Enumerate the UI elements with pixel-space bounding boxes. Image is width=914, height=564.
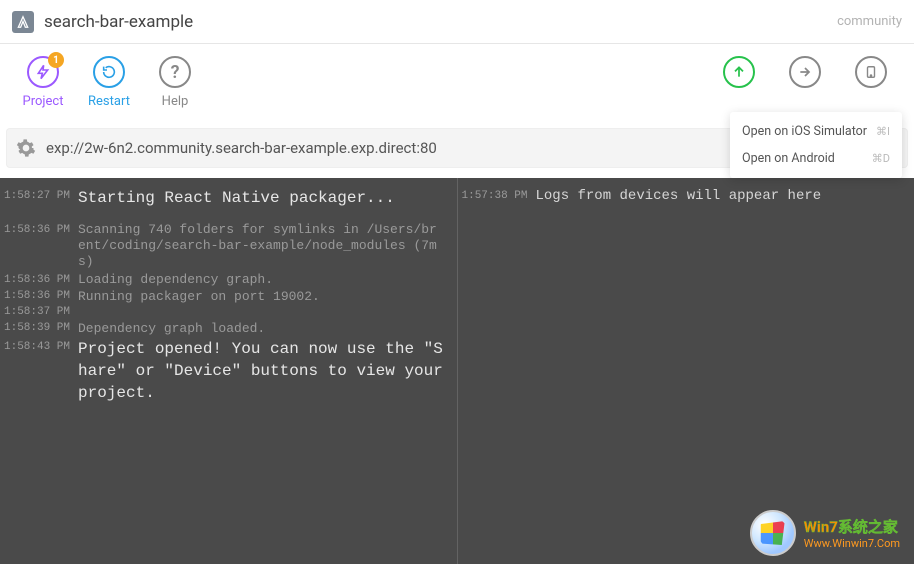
help-icon: ? — [171, 62, 180, 83]
log-row: 1:58:36 PMScanning 740 folders for symli… — [4, 222, 445, 271]
log-timestamp: 1:57:38 PM — [462, 188, 536, 206]
project-label: Project — [23, 94, 64, 109]
log-row: 1:58:27 PMStarting React Native packager… — [4, 188, 445, 210]
device-button[interactable]: Device — [838, 56, 904, 109]
log-timestamp: 1:58:36 PM — [4, 288, 78, 304]
help-button[interactable]: ? Help — [142, 56, 208, 109]
log-message: Starting React Native packager... — [78, 188, 445, 210]
dropdown-open-android[interactable]: Open on Android ⌘D — [730, 145, 902, 172]
dropdown-item-shortcut: ⌘D — [872, 152, 890, 165]
community-label: community — [837, 14, 902, 29]
device-dropdown: Open on iOS Simulator ⌘I Open on Android… — [730, 112, 902, 178]
log-message: Loading dependency graph. Running packag… — [78, 272, 445, 337]
device-log-pane[interactable]: 1:57:38 PMLogs from devices will appear … — [458, 178, 914, 564]
upload-icon — [731, 64, 747, 80]
help-label: Help — [162, 94, 189, 109]
project-badge: 1 — [48, 52, 64, 68]
device-icon — [864, 63, 878, 81]
gear-icon[interactable] — [16, 138, 36, 158]
project-button[interactable]: 1 Project — [10, 56, 76, 109]
restart-icon — [101, 64, 117, 80]
log-row: 1:57:38 PMLogs from devices will appear … — [462, 188, 903, 206]
window-header: search-bar-example community — [0, 0, 914, 44]
arrow-right-icon — [797, 64, 813, 80]
dropdown-item-label: Open on iOS Simulator — [742, 124, 867, 139]
log-timestamp: 1:58:39 PM — [4, 320, 78, 336]
log-message: Logs from devices will appear here — [536, 188, 903, 206]
log-timestamp: 1:58:27 PM — [4, 188, 78, 210]
dropdown-item-label: Open on Android — [742, 151, 835, 166]
app-logo-icon — [12, 11, 34, 33]
log-timestamp: 1:58:36 PM — [4, 222, 78, 271]
restart-label: Restart — [88, 94, 130, 109]
publish-button[interactable]: Publish — [706, 56, 772, 109]
console: 1:58:27 PMStarting React Native packager… — [0, 178, 914, 564]
log-timestamp: 1:58:36 PM — [4, 272, 78, 288]
packager-log-pane[interactable]: 1:58:27 PMStarting React Native packager… — [0, 178, 458, 564]
project-title: search-bar-example — [44, 12, 193, 32]
dropdown-open-ios[interactable]: Open on iOS Simulator ⌘I — [730, 118, 902, 145]
bolt-icon — [35, 64, 51, 80]
log-row: 1:58:43 PMProject opened! You can now us… — [4, 339, 445, 404]
log-message: Project opened! You can now use the "Sha… — [78, 339, 445, 404]
log-timestamp: 1:58:37 PM — [4, 304, 78, 320]
share-button[interactable]: Share — [772, 56, 838, 109]
dropdown-item-shortcut: ⌘I — [876, 125, 890, 138]
url-text: exp://2w-6n2.community.search-bar-exampl… — [46, 139, 437, 157]
log-message: Scanning 740 folders for symlinks in /Us… — [78, 222, 445, 271]
log-row: 1:58:36 PM1:58:36 PM1:58:37 PM1:58:39 PM… — [4, 272, 445, 337]
restart-button[interactable]: Restart — [76, 56, 142, 109]
log-timestamp: 1:58:43 PM — [4, 339, 78, 404]
